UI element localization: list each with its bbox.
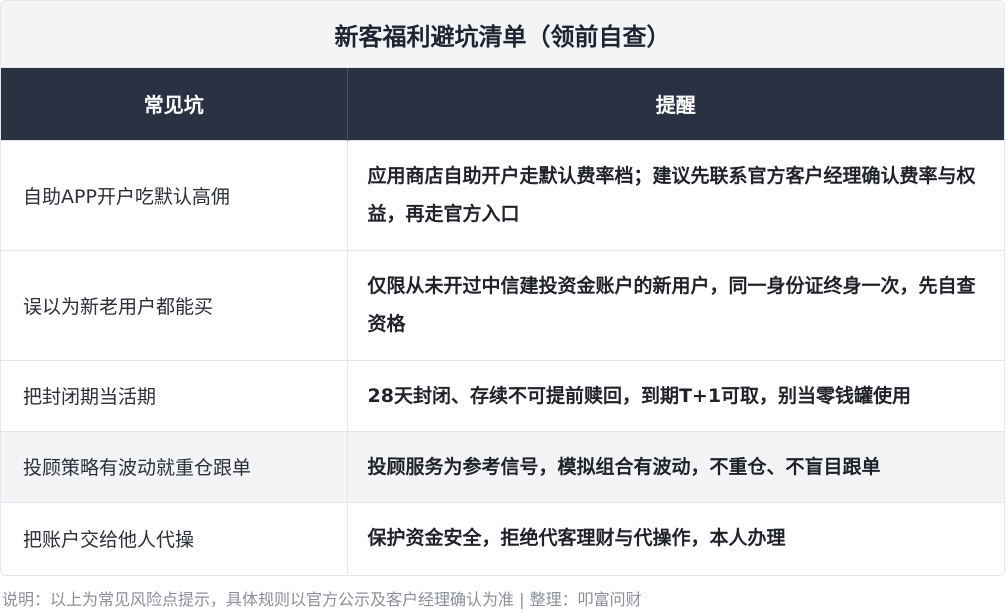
pitfall-cell: 自助APP开户吃默认高佣: [1, 139, 348, 250]
reminder-cell: 投顾服务为参考信号，模拟组合有波动，不重仓、不盲目跟单: [347, 430, 1004, 502]
column-header-reminder: 提醒: [655, 93, 696, 118]
table-row: 把账户交给他人代操 保护资金安全，拒绝代客理财与代操作，本人办理: [1, 501, 1004, 574]
footnote: 说明：以上为常见风险点提示，具体规则以官方公示及客户经理确认为准 | 整理：叩富…: [2, 590, 642, 609]
checklist-card: 新客福利避坑清单（领前自查） 常见坑 提醒 自助APP开户吃默认高佣 应用商店自…: [0, 0, 1005, 576]
reminder-cell: 保护资金安全，拒绝代客理财与代操作，本人办理: [347, 501, 1004, 574]
reminder-cell: 仅限从未开过中信建投资金账户的新用户，同一身份证终身一次，先自查资格: [347, 249, 1004, 360]
table-row: 自助APP开户吃默认高佣 应用商店自助开户走默认费率档；建议先联系官方客户经理确…: [1, 139, 1004, 250]
table-row: 投顾策略有波动就重仓跟单 投顾服务为参考信号，模拟组合有波动，不重仓、不盲目跟单: [1, 430, 1004, 502]
table-header-row: 常见坑 提醒: [1, 68, 1004, 140]
column-header-pitfall: 常见坑: [1, 68, 348, 140]
page-title: 新客福利避坑清单（领前自查）: [1, 1, 1004, 68]
table-row: 误以为新老用户都能买 仅限从未开过中信建投资金账户的新用户，同一身份证终身一次，…: [1, 249, 1004, 360]
pitfall-cell: 把账户交给他人代操: [1, 501, 348, 574]
reminder-cell: 应用商店自助开户走默认费率档；建议先联系官方客户经理确认费率与权益，再走官方入口: [347, 139, 1004, 250]
pitfall-cell: 把封闭期当活期: [1, 359, 348, 431]
table-row: 把封闭期当活期 28天封闭、存续不可提前赎回，到期T+1可取，别当零钱罐使用: [1, 359, 1004, 431]
pitfall-cell: 误以为新老用户都能买: [1, 249, 348, 360]
pitfall-cell: 投顾策略有波动就重仓跟单: [1, 430, 348, 502]
pitfall-table: 常见坑 提醒 自助APP开户吃默认高佣 应用商店自助开户走默认费率档；建议先联系…: [1, 68, 1004, 574]
reminder-cell: 28天封闭、存续不可提前赎回，到期T+1可取，别当零钱罐使用: [347, 359, 1004, 431]
